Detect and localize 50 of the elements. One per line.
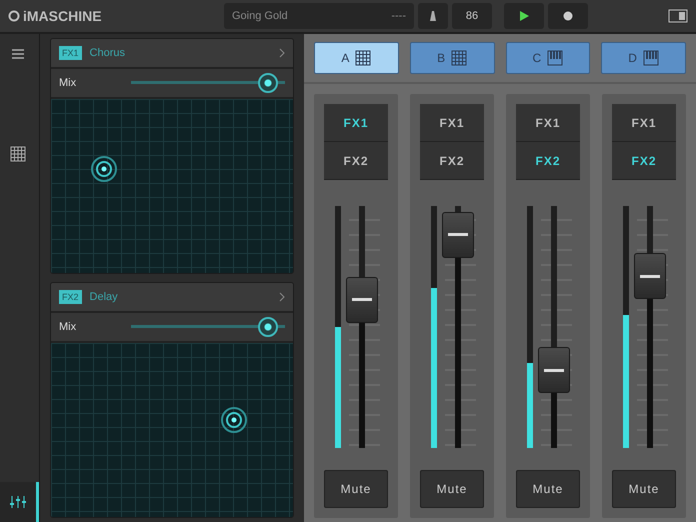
keyboard-icon [547, 50, 564, 66]
fader-handle[interactable] [538, 347, 570, 394]
slot-label: FX2 [59, 290, 82, 304]
grid-icon [355, 50, 372, 66]
play-button[interactable] [504, 3, 544, 29]
mix-label: Mix [59, 77, 78, 89]
send-button[interactable]: FX2 [420, 142, 484, 180]
slider-knob[interactable] [258, 73, 278, 93]
fader-handle[interactable] [442, 212, 474, 258]
slider-knob[interactable] [258, 317, 278, 337]
effect-header[interactable]: FX2 Delay [51, 283, 293, 313]
project-field[interactable]: Going Gold ---- [224, 3, 414, 29]
app-title: iMASCHINE [23, 8, 102, 24]
send-button[interactable]: FX2 [516, 142, 580, 180]
send-button[interactable]: FX1 [324, 104, 388, 142]
mix-label: Mix [59, 321, 78, 333]
metronome-icon [428, 10, 438, 22]
send-button[interactable]: FX1 [612, 104, 676, 142]
xy-point-icon[interactable] [90, 154, 118, 183]
grid-icon [451, 50, 468, 66]
tempo-field[interactable]: 86 [452, 3, 492, 29]
fader-handle[interactable] [346, 276, 378, 323]
sidebar-button[interactable] [0, 482, 39, 522]
send-button[interactable]: FX2 [324, 142, 388, 180]
effect-name: Delay [90, 291, 119, 303]
keyboard-icon [642, 50, 659, 66]
panel-toggle-icon[interactable] [668, 9, 688, 23]
slot-label: FX1 [59, 46, 82, 60]
mute-button[interactable]: Mute [612, 470, 676, 508]
effect-name: Chorus [90, 47, 126, 59]
play-icon [518, 10, 530, 22]
fader-handle[interactable] [634, 253, 666, 300]
mute-button[interactable]: Mute [420, 470, 484, 508]
record-button[interactable] [548, 3, 588, 29]
send-button[interactable]: FX1 [516, 104, 580, 142]
menu-icon [11, 48, 25, 60]
effect-header[interactable]: FX1 Chorus [51, 39, 293, 69]
chevron-icon [279, 48, 285, 58]
mixer-icon [9, 495, 27, 509]
mute-button[interactable]: Mute [516, 470, 580, 508]
send-button[interactable]: FX2 [612, 142, 676, 180]
mute-button[interactable]: Mute [324, 470, 388, 508]
metronome-button[interactable] [418, 3, 448, 29]
group-tab[interactable]: A [314, 42, 399, 74]
logo-icon [8, 10, 20, 22]
xy-point-icon[interactable] [220, 406, 248, 434]
chevron-icon [279, 292, 285, 302]
send-button[interactable]: FX1 [420, 104, 484, 142]
record-icon [563, 11, 573, 21]
grid-icon [10, 146, 26, 162]
